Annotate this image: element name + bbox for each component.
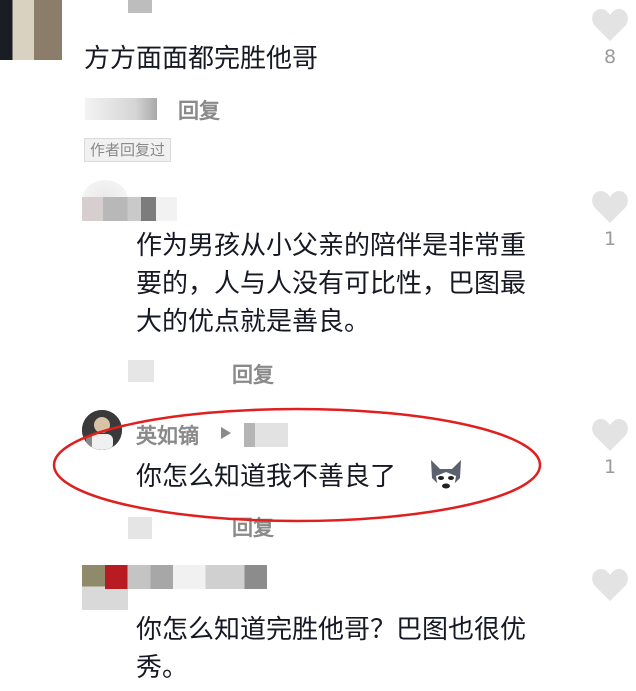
comment-line: 你怎么知道完胜他哥？巴图也很优 bbox=[136, 615, 527, 645]
like-button[interactable] bbox=[588, 568, 632, 606]
comment-line: 秀。 bbox=[136, 653, 189, 683]
comment-text: 你怎么知道完胜他哥？巴图也很优 秀。 bbox=[136, 611, 526, 687]
username-blurred[interactable] bbox=[105, 565, 267, 589]
heart-icon bbox=[592, 569, 628, 601]
